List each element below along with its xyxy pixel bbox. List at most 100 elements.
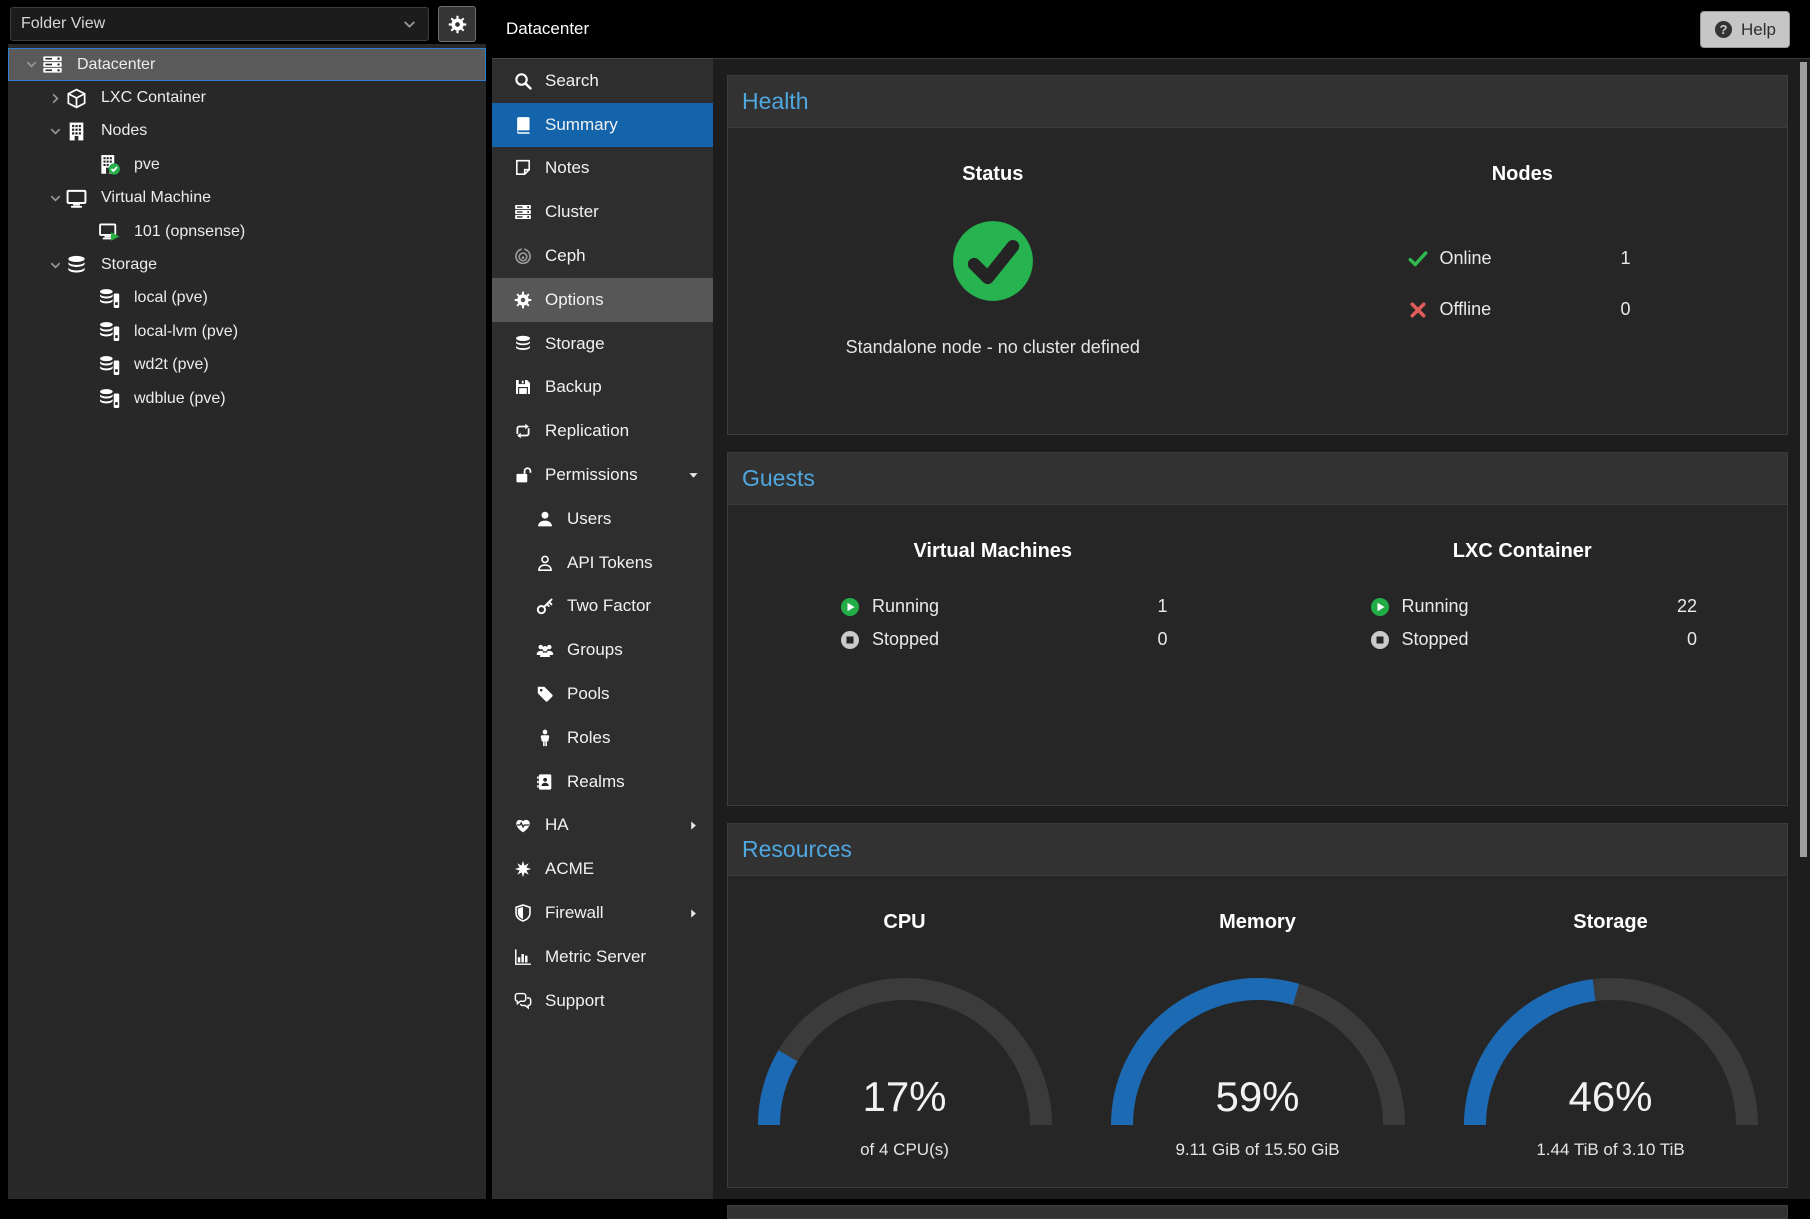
menu-item-realms[interactable]: Realms	[492, 760, 713, 804]
menu-item-search[interactable]: Search	[492, 59, 713, 103]
gear-icon	[511, 291, 535, 309]
tree-item-pve[interactable]: pve	[8, 148, 486, 181]
content-header: ? Help	[713, 0, 1810, 59]
play-icon	[840, 597, 872, 617]
menu-item-label: Metric Server	[545, 947, 646, 967]
tree-item-lxc-container[interactable]: LXC Container	[8, 81, 486, 114]
resource-tree-panel: Folder View DatacenterLXC Container Nodes…	[0, 0, 486, 1199]
guests-panel-title: Guests	[728, 453, 1787, 505]
health-panel-body: Status Standalone node - no cluster defi…	[728, 128, 1787, 434]
menu-item-permissions[interactable]: Permissions	[492, 453, 713, 497]
menu-item-metric-server[interactable]: Metric Server	[492, 935, 713, 979]
key-icon	[533, 597, 557, 615]
stat-label: Offline	[1440, 299, 1621, 320]
menu-item-two-factor[interactable]: Two Factor	[492, 585, 713, 629]
menu-item-firewall[interactable]: Firewall	[492, 891, 713, 935]
health-nodes-column: Nodes Online1Offline0	[1258, 128, 1788, 434]
menu-item-label: Two Factor	[567, 596, 651, 616]
stat-row-offline: Offline0	[1408, 284, 1748, 335]
cpu-gauge-column: CPU17%of 4 CPU(s)	[728, 876, 1081, 1187]
database-drive-icon	[99, 288, 127, 309]
heart-pulse-icon	[511, 816, 535, 834]
menu-item-api-tokens[interactable]: API Tokens	[492, 541, 713, 585]
status-ok-icon	[951, 219, 1035, 303]
unlock-icon	[511, 466, 535, 484]
database-drive-icon	[99, 388, 127, 409]
gear-icon	[448, 15, 467, 34]
storage-gauge: 46%	[1461, 975, 1761, 1127]
menu-item-roles[interactable]: Roles	[492, 716, 713, 760]
view-selector-value: Folder View	[21, 15, 401, 33]
gauge-percent: 46%	[1461, 1073, 1761, 1121]
tree-item-local-lvm-pve[interactable]: local-lvm (pve)	[8, 315, 486, 348]
caret-down-icon[interactable]	[20, 57, 42, 72]
database-icon	[66, 255, 94, 276]
menu-item-replication[interactable]: Replication	[492, 409, 713, 453]
menu-item-pools[interactable]: Pools	[492, 672, 713, 716]
tree-item-nodes[interactable]: Nodes	[8, 115, 486, 148]
menu-item-storage[interactable]: Storage	[492, 322, 713, 366]
menu-item-options[interactable]: Options	[492, 278, 713, 322]
tree-item-datacenter[interactable]: Datacenter	[8, 48, 486, 81]
menu-item-backup[interactable]: Backup	[492, 366, 713, 410]
search-icon	[511, 72, 535, 90]
menu-title: Datacenter	[492, 0, 713, 58]
gauge-detail: 1.44 TiB of 3.10 TiB	[1536, 1140, 1684, 1160]
stat-value: 22	[1677, 596, 1697, 617]
gauge-heading: Storage	[1573, 909, 1647, 935]
nodes-heading: Nodes	[1492, 161, 1553, 187]
tree-item-label: Nodes	[94, 122, 147, 140]
menu-item-groups[interactable]: Groups	[492, 628, 713, 672]
chevron-down-icon	[401, 16, 418, 33]
database-drive-icon	[99, 355, 127, 376]
health-status-column: Status Standalone node - no cluster defi…	[728, 128, 1258, 434]
stat-label: Stopped	[1402, 629, 1687, 650]
view-selector[interactable]: Folder View	[10, 7, 429, 41]
tree-item-virtual-machine[interactable]: Virtual Machine	[8, 182, 486, 215]
caret-down-icon[interactable]	[44, 124, 66, 139]
tree-item-wd2t-pve[interactable]: wd2t (pve)	[8, 349, 486, 382]
stat-label: Stopped	[872, 629, 1157, 650]
comments-icon	[511, 992, 535, 1010]
menu-item-notes[interactable]: Notes	[492, 147, 713, 191]
menu-item-ha[interactable]: HA	[492, 804, 713, 848]
address-book-icon	[533, 773, 557, 791]
help-button-label: Help	[1741, 20, 1776, 40]
menu-list: SearchSummaryNotesClusterCephOptionsStor…	[492, 58, 713, 1199]
stop-icon	[840, 630, 872, 650]
tree-item-local-pve[interactable]: local (pve)	[8, 282, 486, 315]
menu-item-summary[interactable]: Summary	[492, 103, 713, 147]
scrollbar[interactable]	[1800, 62, 1807, 857]
menu-item-label: Permissions	[545, 465, 638, 485]
menu-item-label: Pools	[567, 684, 610, 704]
stat-row-stopped: Stopped0	[1370, 623, 1698, 656]
menu-item-support[interactable]: Support	[492, 979, 713, 1023]
gauge-detail: 9.11 GiB of 15.50 GiB	[1175, 1140, 1339, 1160]
caret-right-icon[interactable]	[44, 91, 66, 106]
stat-row-running: Running22	[1370, 590, 1698, 623]
view-settings-button[interactable]	[438, 6, 476, 42]
burst-icon	[511, 860, 535, 878]
menu-item-label: Firewall	[545, 903, 604, 923]
help-button[interactable]: ? Help	[1700, 11, 1790, 48]
caret-down-icon[interactable]	[44, 191, 66, 206]
guests-column-lxc-container: LXC ContainerRunning22Stopped0	[1258, 505, 1788, 805]
menu-item-cluster[interactable]: Cluster	[492, 190, 713, 234]
expand-right-icon[interactable]	[687, 907, 700, 920]
stat-value: 0	[1157, 629, 1167, 650]
menu-item-label: Roles	[567, 728, 610, 748]
cube-icon	[66, 88, 94, 109]
database-drive-icon	[99, 321, 127, 342]
sync-icon	[511, 422, 535, 440]
expand-right-icon[interactable]	[687, 819, 700, 832]
tree-item-wdblue-pve[interactable]: wdblue (pve)	[8, 382, 486, 415]
menu-item-acme[interactable]: ACME	[492, 847, 713, 891]
menu-item-users[interactable]: Users	[492, 497, 713, 541]
tree-toolbar: Folder View	[0, 0, 486, 44]
caret-down-icon[interactable]	[44, 258, 66, 273]
gauge-percent: 17%	[755, 1073, 1055, 1121]
tree-item-101-opnsense[interactable]: 101 (opnsense)	[8, 215, 486, 248]
menu-item-ceph[interactable]: Ceph	[492, 234, 713, 278]
expand-down-icon[interactable]	[687, 469, 700, 482]
tree-item-storage[interactable]: Storage	[8, 248, 486, 281]
